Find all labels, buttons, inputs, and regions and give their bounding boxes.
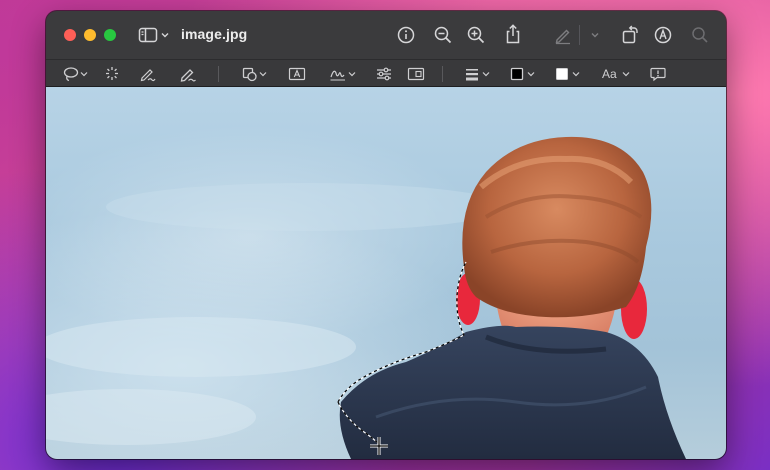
adjust-color-icon: [377, 67, 391, 81]
image-canvas[interactable]: [46, 87, 726, 459]
speech-bubble-icon: [650, 67, 666, 82]
chevron-down-icon: [622, 72, 630, 77]
draw-icon: [180, 69, 196, 82]
share-icon: [506, 24, 520, 44]
cloud: [46, 317, 356, 377]
info-button[interactable]: [396, 25, 416, 45]
sidebar-icon: [138, 27, 169, 43]
line-style-icon: [466, 69, 490, 81]
adjust-color-button[interactable]: [375, 65, 393, 83]
rotate-button[interactable]: [620, 24, 640, 46]
markup-toggle-button[interactable]: [653, 25, 673, 45]
fullscreen-button[interactable]: [104, 29, 116, 41]
chevron-down-icon: [591, 33, 599, 38]
adjust-size-button[interactable]: [407, 65, 425, 83]
fill-color-button[interactable]: [554, 65, 584, 83]
text-style-button[interactable]: Aa: [602, 65, 632, 83]
shapes-icon: [242, 67, 267, 82]
cloud: [106, 183, 506, 231]
lasso-selection-button[interactable]: [62, 65, 92, 83]
markup-divider: [218, 66, 219, 82]
window-title: image.jpg: [181, 26, 248, 42]
highlight-icon: [555, 29, 570, 45]
info-icon: [397, 26, 415, 44]
zoom-out-icon: [434, 26, 452, 44]
highlight-button[interactable]: [553, 25, 573, 45]
text-style-label: Aa: [602, 67, 617, 81]
preview-window: image.jpg Aa: [46, 11, 726, 459]
instant-alpha-icon: [106, 67, 118, 80]
fill-color-icon: [556, 68, 580, 80]
zoom-out-button[interactable]: [433, 25, 453, 45]
instant-alpha-button[interactable]: [103, 65, 121, 83]
rotate-icon: [622, 25, 638, 44]
chevron-down-icon: [161, 33, 169, 38]
signature-icon: [330, 70, 356, 81]
title-bar: image.jpg: [46, 11, 726, 59]
text-box-icon: [288, 67, 306, 81]
lasso-icon: [63, 67, 88, 82]
markup-icon: [654, 26, 672, 44]
sketch-icon: [140, 69, 156, 82]
search-icon: [692, 27, 708, 43]
border-color-icon: [510, 67, 535, 81]
sidebar-toggle-button[interactable]: [138, 25, 174, 45]
photo: [46, 136, 686, 459]
share-button[interactable]: [503, 23, 523, 45]
signature-button[interactable]: [329, 65, 359, 83]
text-box-button[interactable]: [288, 65, 306, 83]
markup-toolbar: Aa: [46, 59, 726, 87]
zoom-in-button[interactable]: [466, 25, 486, 45]
highlight-options-button[interactable]: [588, 27, 602, 43]
hair: [462, 136, 652, 318]
close-button[interactable]: [64, 29, 76, 41]
shapes-button[interactable]: [241, 65, 271, 83]
search-button[interactable]: [690, 25, 710, 45]
adjust-size-icon: [407, 67, 425, 81]
shape-style-button[interactable]: [464, 65, 494, 83]
border-color-button[interactable]: [509, 65, 539, 83]
markup-divider: [442, 66, 443, 82]
cloud: [46, 389, 256, 445]
traffic-lights: [64, 29, 116, 41]
draw-button[interactable]: [179, 65, 197, 83]
zoom-in-icon: [467, 26, 485, 44]
sketch-button[interactable]: [139, 65, 157, 83]
toolbar-divider: [579, 25, 580, 45]
annotate-button[interactable]: [649, 65, 667, 83]
minimize-button[interactable]: [84, 29, 96, 41]
